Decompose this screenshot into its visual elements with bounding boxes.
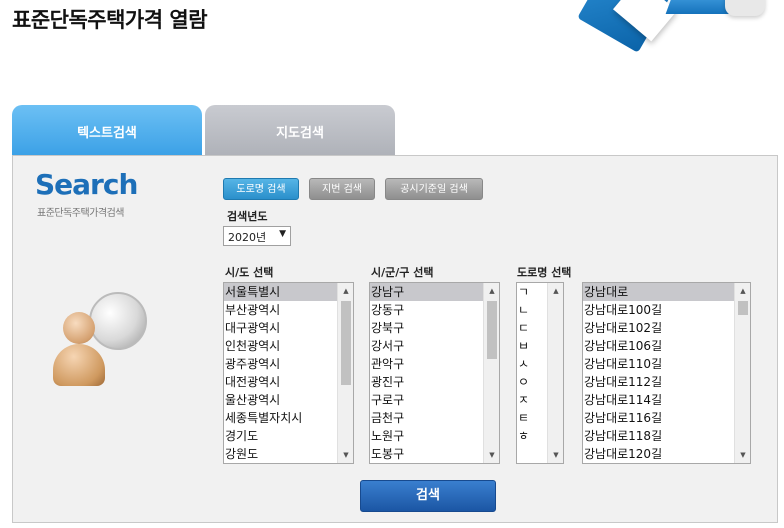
scrollbar-thumb[interactable]: [341, 301, 351, 385]
list-item[interactable]: 대구광역시: [224, 319, 337, 337]
search-button[interactable]: 검색: [360, 480, 496, 512]
scroll-down-arrow-icon[interactable]: ▼: [548, 447, 563, 463]
scrollbar[interactable]: ▲ ▼: [734, 283, 750, 463]
road-name-listbox[interactable]: 강남대로 강남대로100길 강남대로102길 강남대로106길 강남대로110길 강남대로…: [582, 282, 751, 464]
search-logo: Search: [35, 168, 138, 201]
list-item[interactable]: 강남대로100길: [583, 301, 734, 319]
list-item[interactable]: ㅌ: [517, 409, 547, 427]
sigungu-label: 시/군/구 선택: [371, 266, 434, 279]
list-item[interactable]: ㄱ: [517, 283, 547, 301]
list-item[interactable]: 서울특별시: [224, 283, 337, 301]
list-item[interactable]: 강남대로106길: [583, 337, 734, 355]
list-item[interactable]: 경기도: [224, 427, 337, 445]
search-panel: Search 표준단독주택가격검색 도로명 검색 지번 검색 공시기준일 검색 …: [12, 155, 778, 523]
list-item[interactable]: 강동구: [370, 301, 483, 319]
road-initial-listbox[interactable]: ㄱㄴㄷㅂㅅㅇㅈㅌㅎ ▲ ▼: [516, 282, 564, 464]
list-item[interactable]: ㅅ: [517, 355, 547, 373]
search-logo-subtitle: 표준단독주택가격검색: [37, 208, 125, 219]
lot-number-search-button[interactable]: 지번 검색: [309, 178, 375, 200]
list-item[interactable]: 강남대로102길: [583, 319, 734, 337]
user-globe-illustration: [51, 286, 161, 396]
scroll-up-arrow-icon[interactable]: ▲: [338, 283, 353, 299]
list-item[interactable]: 대전광역시: [224, 373, 337, 391]
list-item[interactable]: 금천구: [370, 409, 483, 427]
year-selected-value: 2020년: [228, 231, 267, 244]
announcement-date-search-button[interactable]: 공시기준일 검색: [385, 178, 483, 200]
scrollbar-thumb[interactable]: [738, 301, 748, 315]
scrollbar[interactable]: ▲ ▼: [483, 283, 499, 463]
year-select[interactable]: 2020년 ▼: [223, 226, 291, 246]
list-item[interactable]: 관악구: [370, 355, 483, 373]
list-item[interactable]: 강남대로118길: [583, 427, 734, 445]
page: 표준단독주택가격 열람 텍스트검색 지도검색 Search 표준단독주택가격검색…: [0, 0, 784, 528]
list-item[interactable]: 강남대로114길: [583, 391, 734, 409]
list-item[interactable]: ㅈ: [517, 391, 547, 409]
list-item[interactable]: 세종특별자치시: [224, 409, 337, 427]
list-item[interactable]: 구로구: [370, 391, 483, 409]
list-item[interactable]: ㄷ: [517, 319, 547, 337]
sigungu-listbox[interactable]: 강남구 강동구 강북구 강서구 관악구 광진구 구로구 금천구 노원구 도봉구 ▲ ▼: [369, 282, 500, 464]
scrollbar[interactable]: ▲ ▼: [547, 283, 563, 463]
list-item[interactable]: 강북구: [370, 319, 483, 337]
scroll-up-arrow-icon[interactable]: ▲: [484, 283, 499, 299]
tab-text-search[interactable]: 텍스트검색: [12, 105, 202, 157]
list-item[interactable]: 강원도: [224, 445, 337, 463]
list-item[interactable]: 강남대로112길: [583, 373, 734, 391]
scroll-up-arrow-icon[interactable]: ▲: [735, 283, 750, 299]
scroll-up-arrow-icon[interactable]: ▲: [548, 283, 563, 299]
list-item[interactable]: ㅇ: [517, 373, 547, 391]
sido-label: 시/도 선택: [225, 266, 274, 279]
person-icon: [63, 312, 95, 344]
list-item[interactable]: 강서구: [370, 337, 483, 355]
road-initial-label: 도로명 선택: [517, 266, 572, 279]
list-item[interactable]: 노원구: [370, 427, 483, 445]
page-title: 표준단독주택가격 열람: [12, 8, 208, 32]
list-item[interactable]: 강남대로110길: [583, 355, 734, 373]
scroll-down-arrow-icon[interactable]: ▼: [338, 447, 353, 463]
scroll-down-arrow-icon[interactable]: ▼: [484, 447, 499, 463]
list-item[interactable]: 강남대로116길: [583, 409, 734, 427]
list-item[interactable]: 광주광역시: [224, 355, 337, 373]
list-item[interactable]: 울산광역시: [224, 391, 337, 409]
list-item[interactable]: 강남대로: [583, 283, 734, 301]
list-item[interactable]: 강남구: [370, 283, 483, 301]
scroll-down-arrow-icon[interactable]: ▼: [735, 447, 750, 463]
dropdown-arrow-icon: ▼: [279, 229, 286, 239]
list-item[interactable]: 광진구: [370, 373, 483, 391]
scrollbar-thumb[interactable]: [487, 301, 497, 359]
year-label: 검색년도: [227, 210, 268, 223]
list-item[interactable]: 도봉구: [370, 445, 483, 463]
list-item[interactable]: ㄴ: [517, 301, 547, 319]
globe-icon: [89, 292, 147, 350]
list-item[interactable]: 인천광역시: [224, 337, 337, 355]
road-name-search-button[interactable]: 도로명 검색: [223, 178, 299, 200]
header-decoration-image: [560, 0, 784, 60]
list-item[interactable]: 강남대로120길: [583, 445, 734, 463]
list-item[interactable]: 부산광역시: [224, 301, 337, 319]
list-item[interactable]: ㅎ: [517, 427, 547, 445]
list-item[interactable]: ㅂ: [517, 337, 547, 355]
sido-listbox[interactable]: 서울특별시 부산광역시 대구광역시 인천광역시 광주광역시 대전광역시 울산광역시 세종특별자…: [223, 282, 354, 464]
tab-map-search[interactable]: 지도검색: [205, 105, 395, 157]
scrollbar[interactable]: ▲ ▼: [337, 283, 353, 463]
